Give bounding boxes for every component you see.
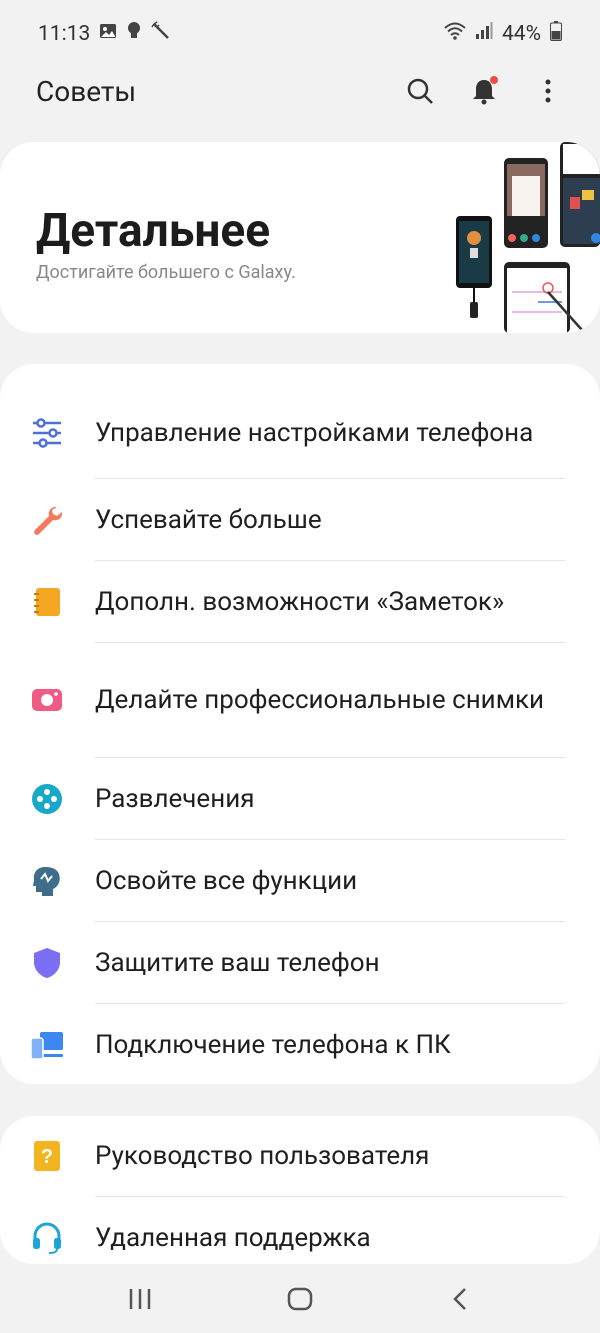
recents-icon [129,1288,151,1309]
camera-icon [30,683,64,717]
list-item-label: Делайте профессиональные снимки [95,685,545,715]
list-item-label: Защитите ваш телефон [95,947,380,978]
image-icon [99,22,117,46]
list-item-connect-pc[interactable]: Подключение телефона к ПК [0,1004,600,1085]
sliders-icon [30,416,64,450]
support-list-card: ? Руководство пользователя Удаленная под… [0,1116,600,1264]
status-left: 11:13 [38,21,171,47]
system-nav-bar [0,1264,600,1333]
hero-banner[interactable]: Детальнее Достигайте большего с Galaxy. [0,142,600,333]
home-icon [287,1287,313,1310]
list-item-label: Дополн. возможности «Заметок» [95,586,505,617]
help-book-icon: ? [30,1139,64,1173]
notifications-button[interactable] [466,73,502,109]
shield-icon [30,946,64,980]
status-bar: 11:13 44% [0,0,600,68]
hero-title: Детальнее [36,204,271,258]
list-item-label: Успевайте больше [95,504,322,535]
status-time: 11:13 [38,22,91,46]
list-item-phone-settings[interactable]: Управление настройками телефона [0,386,600,480]
list-item-label: Подключение телефона к ПК [95,1029,451,1060]
bulb-icon [126,21,142,47]
back-icon [453,1287,466,1310]
list-item-label: Руководство пользователя [95,1141,430,1171]
search-button[interactable] [402,73,438,109]
list-item-protect[interactable]: Защитите ваш телефон [0,922,600,1003]
magic-wand-icon [151,21,171,47]
list-item-label: Удаленная поддержка [95,1223,371,1253]
list-item-label: Освойте все функции [95,865,358,896]
list-item-do-more[interactable]: Успевайте больше [0,479,600,560]
list-item-label: Развлечения [95,783,255,814]
gamepad-icon [30,782,64,816]
svg-text:?: ? [41,1146,53,1168]
list-item-entertainment[interactable]: Развлечения [0,758,600,839]
signal-icon [475,22,493,46]
recents-button[interactable] [110,1274,170,1324]
phone-pc-icon [30,1028,64,1062]
list-item-user-manual[interactable]: ? Руководство пользователя [0,1116,600,1196]
list-item-label: Управление настройками телефона [95,418,534,448]
list-item-notes[interactable]: Дополн. возможности «Заметок» [0,561,600,642]
notification-badge [490,76,498,84]
hero-phones-illustration [456,142,600,333]
search-icon [407,78,433,104]
list-item-pro-photos[interactable]: Делайте профессиональные снимки [0,643,600,757]
more-options-button[interactable] [530,73,566,109]
battery-icon [550,21,562,47]
back-button[interactable] [430,1274,490,1324]
tips-list-card: Управление настройками телефона Успевайт… [0,364,600,1084]
list-item-features[interactable]: Освойте все функции [0,840,600,921]
home-button[interactable] [270,1274,330,1324]
notebook-icon [30,585,64,619]
app-bar: Советы [0,68,600,114]
battery-text: 44% [502,22,541,46]
app-actions [402,73,566,109]
headset-icon [30,1221,64,1255]
wrench-icon [30,503,64,537]
head-icon [30,864,64,898]
page-title: Советы [36,74,137,108]
status-right: 44% [444,21,562,47]
hero-subtitle: Достигайте большего с Galaxy. [36,262,296,283]
more-vert-icon [545,79,551,103]
wifi-icon [444,22,466,46]
